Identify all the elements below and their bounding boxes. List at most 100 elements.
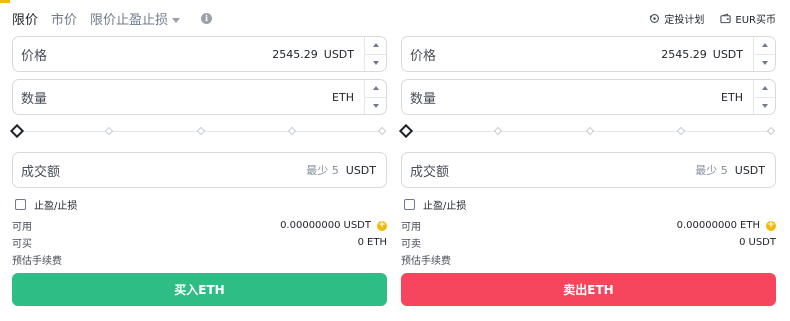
recurring-plan-link[interactable]: 定投计划 bbox=[649, 11, 704, 26]
sell-price-number[interactable]: 2545.29 bbox=[661, 48, 707, 61]
sell-available-unit: ETH bbox=[740, 220, 760, 231]
buy-tpsl-label[interactable]: 止盈/止损 bbox=[34, 197, 77, 212]
sell-fee-row: 预估手续费 bbox=[401, 251, 776, 268]
slider-tick-25[interactable] bbox=[493, 126, 503, 136]
sell-eth-button[interactable]: 卖出ETH bbox=[401, 273, 776, 306]
buy-available-row: 可用 0.00000000 USDT + bbox=[12, 217, 387, 234]
slider-tick-75[interactable] bbox=[287, 126, 297, 136]
buy-available-label: 可用 bbox=[12, 222, 32, 233]
buy-price-increment-button[interactable] bbox=[365, 37, 386, 54]
buy-tpsl-checkbox[interactable] bbox=[15, 198, 26, 210]
sell-total-value[interactable]: 最少 5 USDT bbox=[695, 162, 765, 178]
sell-tpsl-label[interactable]: 止盈/止损 bbox=[423, 197, 466, 212]
sell-amount-value[interactable]: ETH bbox=[715, 91, 743, 104]
buy-total-unit: USDT bbox=[345, 164, 376, 177]
tab-limit[interactable]: 限价 bbox=[12, 9, 38, 28]
buy-with-eur-label: EUR买币 bbox=[735, 15, 776, 26]
buy-price-field[interactable]: 价格 2545.29 USDT bbox=[12, 36, 387, 72]
sell-price-stepper bbox=[753, 37, 775, 71]
sell-max-label: 可卖 bbox=[401, 239, 421, 250]
buy-max-unit: ETH bbox=[367, 237, 387, 248]
buy-amount-decrement-button[interactable] bbox=[365, 96, 386, 115]
chevron-up-icon bbox=[372, 86, 379, 91]
sell-max-unit: USDT bbox=[748, 237, 776, 248]
top-accent-bar bbox=[0, 0, 10, 3]
sell-amount-decrement-button[interactable] bbox=[754, 96, 775, 115]
slider-tick-50[interactable] bbox=[196, 126, 206, 136]
sell-price-decrement-button[interactable] bbox=[754, 53, 775, 72]
buy-price-number[interactable]: 2545.29 bbox=[272, 48, 318, 61]
buy-price-unit: USDT bbox=[323, 47, 354, 61]
buy-max-row: 可买 0 ETH bbox=[12, 234, 387, 251]
buy-price-value[interactable]: 2545.29 USDT bbox=[272, 48, 354, 61]
sell-price-label: 价格 bbox=[410, 48, 437, 64]
buy-amount-field[interactable]: 数量 ETH bbox=[12, 79, 387, 115]
sell-price-unit: USDT bbox=[712, 47, 743, 61]
chevron-down-icon bbox=[372, 60, 379, 65]
sell-panel: 价格 2545.29 USDT 数量 ETH 成交额 最少 5 USDT 止盈/止损… bbox=[398, 36, 776, 306]
sell-available-value: 0.00000000 bbox=[676, 220, 738, 231]
chevron-down-icon bbox=[172, 17, 181, 23]
buy-price-label: 价格 bbox=[21, 48, 48, 64]
slider-tick-50[interactable] bbox=[585, 126, 595, 136]
sell-total-unit: USDT bbox=[734, 164, 765, 177]
buy-tpsl-row: 止盈/止损 bbox=[12, 195, 387, 213]
slider-handle[interactable] bbox=[398, 123, 414, 139]
buy-with-eur-link[interactable]: EUR买币 bbox=[720, 11, 776, 26]
sell-amount-increment-button[interactable] bbox=[754, 80, 775, 97]
chevron-up-icon bbox=[372, 43, 379, 48]
sell-percent-slider[interactable] bbox=[398, 121, 776, 143]
buy-total-field[interactable]: 成交额 最少 5 USDT bbox=[12, 152, 387, 188]
buy-percent-slider[interactable] bbox=[9, 121, 387, 143]
recurring-plan-label: 定投计划 bbox=[664, 15, 705, 26]
info-icon[interactable]: i bbox=[201, 12, 213, 24]
buy-available-unit: USDT bbox=[343, 220, 371, 231]
chevron-up-icon bbox=[761, 86, 768, 91]
buy-total-value[interactable]: 最少 5 USDT bbox=[306, 162, 376, 178]
sell-tpsl-row: 止盈/止损 bbox=[401, 195, 776, 213]
sell-available-label: 可用 bbox=[401, 222, 421, 233]
sell-amount-unit: ETH bbox=[721, 90, 743, 104]
chevron-down-icon bbox=[761, 60, 768, 65]
buy-price-decrement-button[interactable] bbox=[365, 53, 386, 72]
top-links: 定投计划 EUR买币 bbox=[633, 11, 776, 26]
sell-total-label: 成交额 bbox=[410, 164, 450, 180]
buy-max-value: 0 bbox=[357, 237, 365, 248]
sell-amount-stepper bbox=[753, 80, 775, 114]
sell-amount-label: 数量 bbox=[410, 91, 437, 107]
buy-amount-unit: ETH bbox=[332, 90, 354, 104]
plus-circle-icon[interactable]: + bbox=[377, 220, 387, 231]
plus-circle-icon[interactable]: + bbox=[766, 220, 776, 231]
tab-stop-limit-label: 限价止盈止损 bbox=[90, 12, 169, 28]
sell-price-field[interactable]: 价格 2545.29 USDT bbox=[401, 36, 776, 72]
buy-total-min: 最少 5 bbox=[306, 164, 339, 177]
buy-amount-increment-button[interactable] bbox=[365, 80, 386, 97]
sell-price-value[interactable]: 2545.29 USDT bbox=[661, 48, 743, 61]
buy-max-label: 可买 bbox=[12, 239, 32, 250]
sell-max-value: 0 bbox=[739, 237, 746, 248]
sell-tpsl-checkbox[interactable] bbox=[404, 198, 415, 210]
slider-tick-75[interactable] bbox=[676, 126, 686, 136]
order-type-tabs: 限价 市价 限价止盈止损 i bbox=[12, 9, 213, 28]
slider-tick-100[interactable] bbox=[766, 126, 776, 136]
chevron-down-icon bbox=[372, 103, 379, 108]
slider-tick-100[interactable] bbox=[377, 126, 387, 136]
buy-amount-stepper bbox=[364, 80, 386, 114]
buy-eth-button[interactable]: 买入ETH bbox=[12, 273, 387, 306]
sell-total-field[interactable]: 成交额 最少 5 USDT bbox=[401, 152, 776, 188]
slider-handle[interactable] bbox=[9, 123, 25, 139]
sell-price-increment-button[interactable] bbox=[754, 37, 775, 54]
wallet-icon bbox=[720, 13, 732, 24]
sell-available-row: 可用 0.00000000 ETH + bbox=[401, 217, 776, 234]
buy-price-stepper bbox=[364, 37, 386, 71]
buy-amount-value[interactable]: ETH bbox=[326, 91, 354, 104]
recurring-plan-icon bbox=[649, 14, 660, 23]
chevron-down-icon bbox=[761, 103, 768, 108]
buy-total-label: 成交额 bbox=[21, 164, 61, 180]
sell-total-min: 最少 5 bbox=[695, 164, 728, 177]
slider-tick-25[interactable] bbox=[104, 126, 114, 136]
sell-amount-field[interactable]: 数量 ETH bbox=[401, 79, 776, 115]
tab-market[interactable]: 市价 bbox=[51, 9, 77, 28]
buy-panel: 价格 2545.29 USDT 数量 ETH 成交额 最少 5 USDT 止盈/止损… bbox=[9, 36, 387, 306]
tab-stop-limit[interactable]: 限价止盈止损 bbox=[90, 9, 181, 28]
